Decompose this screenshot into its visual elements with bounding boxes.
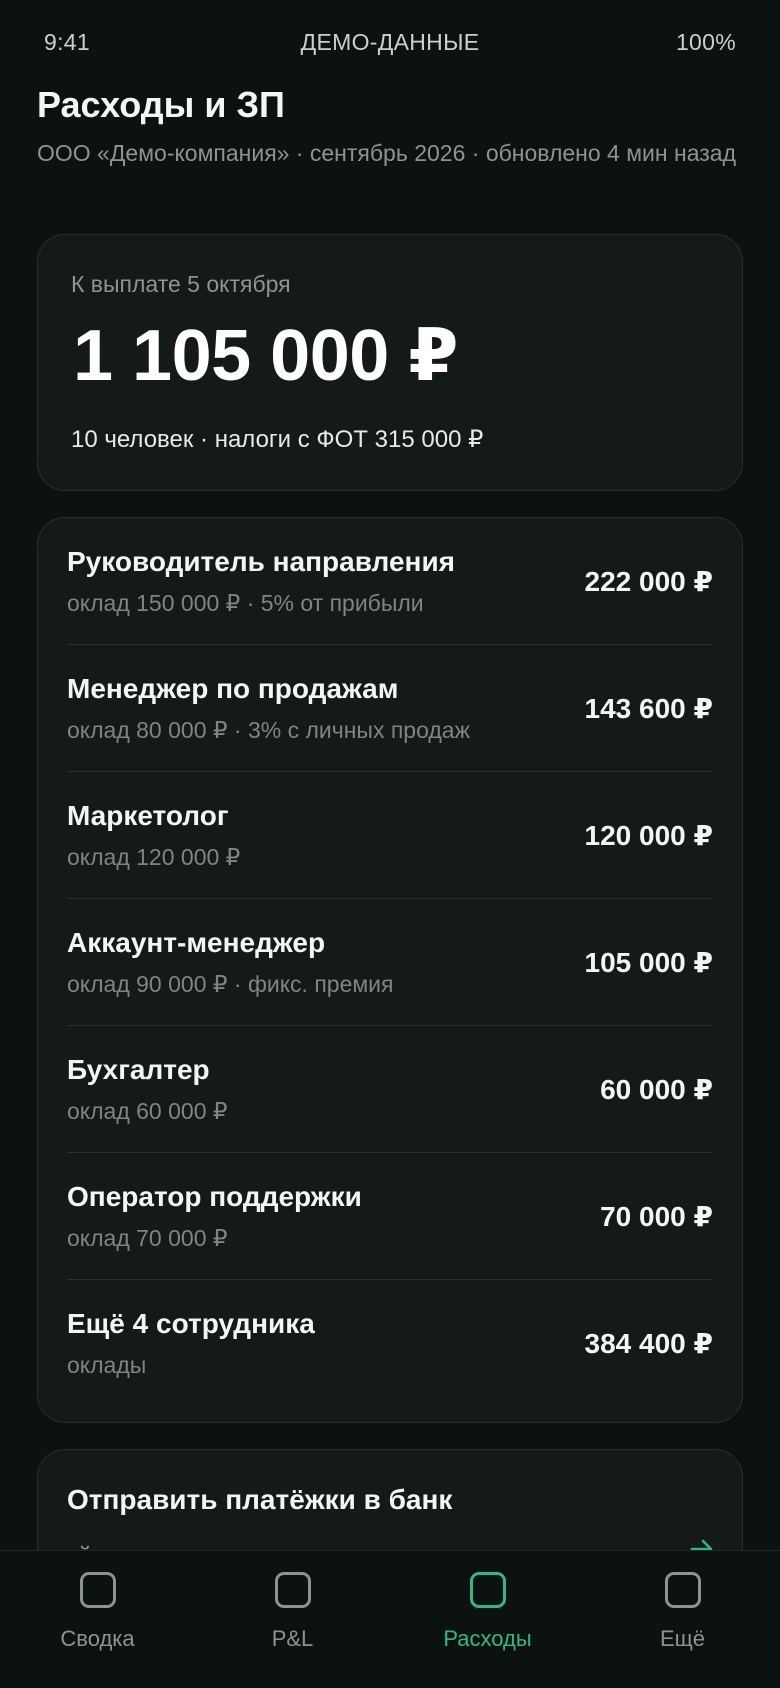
square-icon (274, 1572, 311, 1608)
status-time: 9:41 (44, 28, 90, 55)
send-payments-title: Отправить платёжки в банк (67, 1484, 453, 1515)
employee-row[interactable]: Менеджер по продажам оклад 80 000 ₽ · 3%… (67, 645, 713, 772)
nav-label: Сводка (60, 1626, 135, 1651)
employee-row[interactable]: Руководитель направления оклад 150 000 ₽… (67, 518, 713, 645)
employee-info: Менеджер по продажам оклад 80 000 ₽ · 3%… (67, 673, 470, 744)
payout-summary-card: К выплате 5 октября 1 105 000 ₽ 10 челов… (37, 234, 743, 491)
payout-date-label: К выплате 5 октября (71, 271, 291, 297)
nav-tab-more[interactable]: Ещё (585, 1551, 780, 1688)
employee-name: Оператор поддержки (67, 1180, 362, 1212)
page-subtitle: ООО «Демо-компания» · сентябрь 2026 · об… (37, 140, 736, 166)
employee-amount: 70 000 ₽ (600, 1200, 713, 1232)
employee-info: Маркетолог оклад 120 000 ₽ (67, 800, 240, 871)
employee-detail: оклад 150 000 ₽ · 5% от прибыли (67, 589, 424, 616)
employee-detail: оклад 70 000 ₽ (67, 1224, 228, 1251)
bottom-nav: Сводка P&L Расходы Ещё (0, 1550, 780, 1688)
employee-amount: 60 000 ₽ (600, 1073, 713, 1105)
employee-info: Ещё 4 сотрудника оклады (67, 1308, 315, 1379)
payout-note: 10 человек · налоги с ФОТ 315 000 ₽ (71, 426, 484, 453)
employee-list: Руководитель направления оклад 150 000 ₽… (37, 517, 743, 1423)
employee-name: Менеджер по продажам (67, 672, 399, 704)
employee-row-more[interactable]: Ещё 4 сотрудника оклады 384 400 ₽ (67, 1280, 713, 1407)
employee-row[interactable]: Маркетолог оклад 120 000 ₽ 120 000 ₽ (67, 772, 713, 899)
employee-name: Ещё 4 сотрудника (67, 1308, 315, 1339)
employee-info: Оператор поддержки оклад 70 000 ₽ (67, 1181, 362, 1252)
nav-label: Расходы (443, 1626, 532, 1651)
status-bar: 9:41 ДЕМО-ДАННЫЕ 100% (0, 0, 780, 84)
nav-tab-pnl[interactable]: P&L (195, 1551, 390, 1688)
page-title: Расходы и ЗП (37, 84, 285, 125)
square-icon (469, 1572, 506, 1608)
employee-detail: оклад 80 000 ₽ · 3% с личных продаж (67, 716, 470, 743)
employee-amount: 105 000 ₽ (584, 946, 713, 978)
payout-total-amount: 1 105 000 ₽ (73, 316, 458, 396)
nav-tab-expenses[interactable]: Расходы (390, 1551, 585, 1688)
employee-detail: оклад 90 000 ₽ · фикс. премия (67, 970, 394, 997)
battery-level: 100% (675, 28, 736, 55)
employee-row[interactable]: Оператор поддержки оклад 70 000 ₽ 70 000… (67, 1153, 713, 1280)
employee-info: Аккаунт-менеджер оклад 90 000 ₽ · фикс. … (67, 927, 393, 998)
employee-amount: 120 000 ₽ (584, 819, 713, 851)
employee-name: Маркетолог (67, 799, 229, 831)
employee-row[interactable]: Бухгалтер оклад 60 000 ₽ 60 000 ₽ (67, 1026, 713, 1153)
employee-amount: 143 600 ₽ (584, 692, 713, 724)
nav-label: Ещё (659, 1626, 705, 1651)
employee-amount: 384 400 ₽ (584, 1328, 713, 1359)
employee-detail: оклады (67, 1352, 147, 1378)
square-icon (79, 1572, 116, 1608)
employee-name: Аккаунт-менеджер (67, 926, 326, 958)
nav-tab-summary[interactable]: Сводка (0, 1551, 195, 1688)
employee-detail: оклад 60 000 ₽ (67, 1097, 228, 1124)
demo-mode-label: ДЕМО-ДАННЫЕ (300, 28, 480, 55)
employee-amount: 222 000 ₽ (584, 565, 713, 597)
employee-name: Бухгалтер (67, 1053, 210, 1085)
employee-detail: оклад 120 000 ₽ (67, 843, 241, 870)
expenses-screen: 9:41 ДЕМО-ДАННЫЕ 100% Расходы и ЗП ООО «… (0, 0, 780, 1688)
square-icon (664, 1572, 701, 1608)
employee-row[interactable]: Аккаунт-менеджер оклад 90 000 ₽ · фикс. … (67, 899, 713, 1026)
employee-info: Руководитель направления оклад 150 000 ₽… (67, 546, 455, 617)
nav-label: P&L (271, 1626, 314, 1651)
employee-info: Бухгалтер оклад 60 000 ₽ (67, 1054, 228, 1125)
employee-name: Руководитель направления (67, 545, 455, 577)
